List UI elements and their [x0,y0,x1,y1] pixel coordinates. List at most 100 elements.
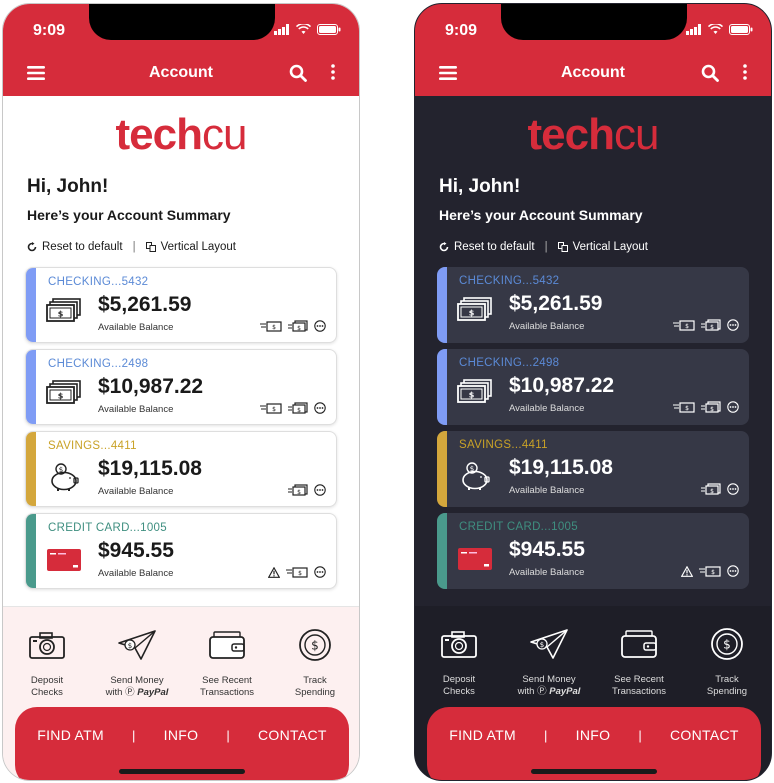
contact-link[interactable]: CONTACT [258,727,327,743]
more-icon[interactable] [727,483,739,495]
send-money-paypal-button[interactable]: $ Send Money with Ⓟ PayPal [95,627,179,699]
paper-plane-icon: $ [118,630,156,660]
credit-card-icon [47,549,81,571]
more-options-icon[interactable] [743,64,747,80]
more-icon[interactable] [727,401,739,413]
vertical-layout-label: Vertical Layout [160,241,236,253]
see-recent-transactions-button[interactable]: See Recent Transactions [185,627,269,699]
info-link[interactable]: INFO [576,727,611,743]
nav-separator: | [226,727,230,743]
account-balance: $945.55 [509,538,585,561]
contact-link[interactable]: CONTACT [670,727,739,743]
account-card-checking-2498[interactable]: CHECKING...2498 $ $10,987.22 Available B… [437,349,749,425]
vertical-layout-button[interactable]: Vertical Layout [145,241,236,253]
find-atm-link[interactable]: FIND ATM [449,727,516,743]
send-money-paypal-button[interactable]: $ Send Money with Ⓟ PayPal [507,626,591,698]
account-card-savings-4411[interactable]: SAVINGS...4411 $ $19,115.08 Available Ba… [437,431,749,507]
search-icon[interactable] [701,64,719,82]
transfer-icon[interactable]: $ [260,402,282,414]
account-balance: $5,261.59 [509,292,603,315]
deposit-checks-button[interactable]: Deposit Checks [5,627,89,699]
pay-bills-icon[interactable]: $ [701,319,721,331]
qa-label-2: Transactions [611,686,667,697]
transfer-icon[interactable]: $ [286,566,308,578]
logo-tech-text: tech [527,110,615,159]
balance-label: Available Balance [98,322,174,333]
status-time: 9:09 [445,22,478,39]
svg-text:$: $ [723,638,731,652]
camera-icon [441,631,477,658]
more-icon[interactable] [727,565,739,577]
see-recent-transactions-button[interactable]: See Recent Transactions [597,626,681,698]
transfer-icon[interactable]: $ [699,565,721,577]
vertical-layout-button[interactable]: Vertical Layout [557,241,648,253]
qa-label-2: Spending [294,687,336,698]
card-actions: $ $ [673,401,739,413]
card-stripe [437,513,447,589]
account-name: CREDIT CARD...1005 [48,522,167,534]
pay-bills-icon[interactable]: $ [288,320,308,332]
track-spending-button[interactable]: $ Track Spending [273,627,357,699]
deposit-checks-button[interactable]: Deposit Checks [417,626,501,698]
greeting-heading: Hi, John! [439,176,521,197]
layout-options: Reset to default | Vertical Layout [439,241,648,253]
pay-bills-icon[interactable]: $ [288,484,308,496]
more-icon[interactable] [314,402,326,414]
balance-label: Available Balance [98,486,174,497]
svg-text:$: $ [272,406,276,413]
paypal-logo-icon: Ⓟ [125,687,135,698]
account-name: SAVINGS...4411 [48,440,137,452]
card-actions: $ [701,483,739,495]
account-card-credit-1005[interactable]: CREDIT CARD...1005 $945.55 Available Bal… [437,513,749,589]
paypal-logo-icon: Ⓟ [537,686,547,697]
more-icon[interactable] [314,320,326,332]
alert-icon[interactable] [681,565,693,577]
app-header: 9:09 Account [415,4,771,96]
alert-icon[interactable] [268,566,280,578]
pay-bills-icon[interactable]: $ [701,483,721,495]
layout-icon [557,242,568,252]
transfer-icon[interactable]: $ [673,319,695,331]
qa-label-2: with [105,687,123,698]
card-actions: $ [288,484,326,496]
more-options-icon[interactable] [331,64,335,80]
reset-default-button[interactable]: Reset to default [27,241,123,253]
home-indicator [531,769,657,774]
account-card-checking-5432[interactable]: CHECKING...5432 $ $5,261.59 Available Ba… [25,267,337,343]
svg-text:$: $ [297,325,301,332]
piggy-bank-icon: $ [51,463,79,491]
card-stripe [437,267,447,343]
reset-icon [27,242,37,252]
search-icon[interactable] [289,64,307,82]
pay-bills-icon[interactable]: $ [701,401,721,413]
account-name: CREDIT CARD...1005 [459,521,578,533]
account-balance: $10,987.22 [98,375,204,398]
bottom-nav: FIND ATM | INFO | CONTACT [15,707,349,780]
more-icon[interactable] [314,484,326,496]
card-actions: $ $ [260,402,326,414]
account-name: CHECKING...2498 [459,357,560,369]
more-icon[interactable] [314,566,326,578]
more-icon[interactable] [727,319,739,331]
reset-default-button[interactable]: Reset to default [439,241,535,253]
layout-icon [145,242,156,252]
qa-label-1: Deposit [30,675,64,686]
account-card-checking-5432[interactable]: CHECKING...5432 $ $5,261.59 Available Ba… [437,267,749,343]
transfer-icon[interactable]: $ [260,320,282,332]
track-spending-button[interactable]: $ Track Spending [685,626,769,698]
account-card-checking-2498[interactable]: CHECKING...2498 $ $10,987.22 Available B… [25,349,337,425]
account-card-credit-1005[interactable]: CREDIT CARD...1005 $945.55 Available Bal… [25,513,337,589]
account-card-savings-4411[interactable]: SAVINGS...4411 $ $19,115.08 Available Ba… [25,431,337,507]
paper-plane-icon: $ [530,629,568,659]
status-time: 9:09 [33,22,66,39]
info-link[interactable]: INFO [164,727,199,743]
card-stripe [26,350,36,424]
transfer-icon[interactable]: $ [673,401,695,413]
find-atm-link[interactable]: FIND ATM [37,727,104,743]
card-stripe [26,268,36,342]
svg-text:$: $ [469,391,475,400]
phone-dark-mode: 9:09 Account techcu Hi, John! Here’s you… [414,3,772,781]
qa-label-1: Track [715,674,739,685]
balance-label: Available Balance [509,321,585,332]
pay-bills-icon[interactable]: $ [288,402,308,414]
